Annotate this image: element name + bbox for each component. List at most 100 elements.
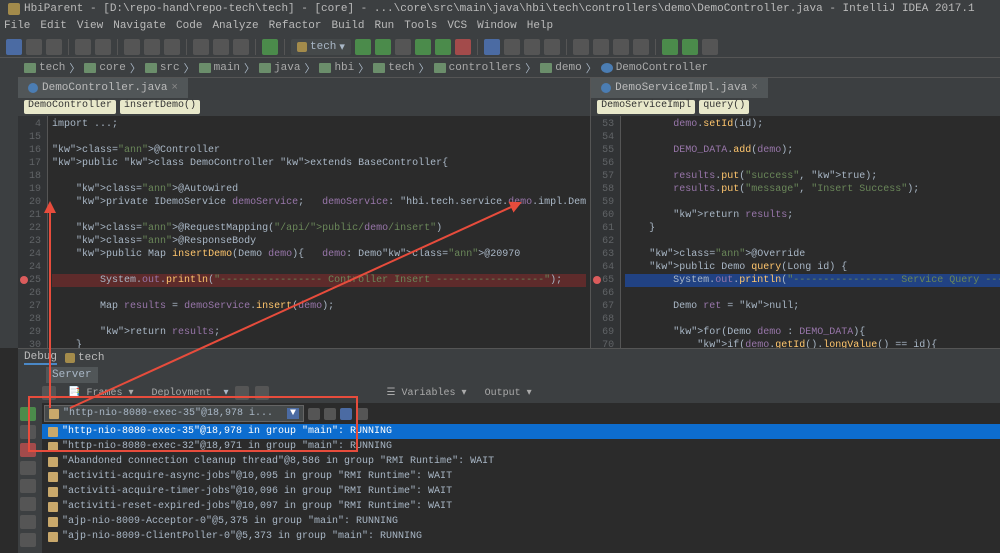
menu-tools[interactable]: Tools <box>404 20 437 34</box>
deployment-label[interactable]: Deployment <box>146 388 218 399</box>
class-crumb[interactable]: DemoServiceImpl <box>597 100 695 114</box>
menu-analyze[interactable]: Analyze <box>212 20 258 34</box>
menu-file[interactable]: File <box>4 20 30 34</box>
profile-icon[interactable] <box>415 39 431 55</box>
variables-label[interactable]: ☰ Variables ▾ <box>381 387 473 399</box>
debug-tab[interactable]: Debug <box>24 351 57 365</box>
settings-icon[interactable] <box>593 39 609 55</box>
settings-icon[interactable] <box>20 497 36 511</box>
restore-layout-icon[interactable] <box>42 386 56 400</box>
menu-code[interactable]: Code <box>176 20 202 34</box>
menu-view[interactable]: View <box>77 20 103 34</box>
next-frame-icon[interactable] <box>324 408 336 420</box>
breadcrumb-item[interactable]: controllers <box>434 62 522 74</box>
resume-icon[interactable] <box>20 407 36 421</box>
server-tab[interactable]: Server <box>46 367 98 383</box>
breadcrumb-item[interactable]: demo <box>540 62 581 74</box>
code-area-left[interactable]: 415161718192021222324242526272829303132 … <box>18 116 590 348</box>
class-crumb[interactable]: DemoController <box>24 100 116 114</box>
thread-row[interactable]: "activiti-reset-expired-jobs"@10,097 in … <box>42 499 1000 514</box>
rerun-icon[interactable] <box>435 39 451 55</box>
pin-icon[interactable] <box>20 515 36 529</box>
thread-selector[interactable]: "http-nio-8080-exec-35"@18,978 i... ▼ <box>44 405 304 422</box>
jrebel-icon[interactable] <box>702 39 718 55</box>
run-icon[interactable] <box>355 39 371 55</box>
thread-row[interactable]: "Abandoned connection cleanup thread"@8,… <box>42 454 1000 469</box>
menu-refactor[interactable]: Refactor <box>269 20 322 34</box>
coverage-icon[interactable] <box>395 39 411 55</box>
gutter-left[interactable]: 415161718192021222324242526272829303132 <box>18 116 48 348</box>
menu-edit[interactable]: Edit <box>40 20 66 34</box>
undo-icon[interactable] <box>75 39 91 55</box>
pause-icon[interactable] <box>20 425 36 439</box>
prev-frame-icon[interactable] <box>308 408 320 420</box>
find-icon[interactable] <box>193 39 209 55</box>
filter-icon[interactable] <box>340 408 352 420</box>
breadcrumb-item[interactable]: tech <box>24 62 65 74</box>
thread-row[interactable]: "ajp-nio-8009-Acceptor-0"@5,375 in group… <box>42 514 1000 529</box>
method-crumb[interactable]: query() <box>699 100 749 114</box>
breadcrumb-item[interactable]: tech <box>373 62 414 74</box>
frames-label[interactable]: 📑 Frames ▾ <box>62 387 140 399</box>
menu-window[interactable]: Window <box>477 20 517 34</box>
menu-vcs[interactable]: VCS <box>447 20 467 34</box>
vcs-update-icon[interactable] <box>484 39 500 55</box>
breadcrumb-item[interactable]: core <box>84 62 125 74</box>
refresh-icon[interactable] <box>46 39 62 55</box>
copy-icon[interactable] <box>144 39 160 55</box>
structure-icon[interactable] <box>573 39 589 55</box>
thread-row[interactable]: "http-nio-8080-exec-32"@18,971 in group … <box>42 439 1000 454</box>
code-area-right[interactable]: 5354555657585960616263646566676869707172… <box>591 116 1000 348</box>
code-left[interactable]: import ...;"kw">class="ann">@Controller"… <box>48 116 590 348</box>
breadcrumb-item[interactable]: src <box>145 62 180 74</box>
deploy2-icon[interactable] <box>255 386 269 400</box>
cut-icon[interactable] <box>124 39 140 55</box>
redo-icon[interactable] <box>95 39 111 55</box>
vcs-revert-icon[interactable] <box>544 39 560 55</box>
close-icon[interactable]: × <box>171 82 178 94</box>
method-crumb[interactable]: insertDemo() <box>120 100 200 114</box>
menubar: File Edit View Navigate Code Analyze Ref… <box>0 18 1000 36</box>
breakpoints-icon[interactable] <box>20 461 36 475</box>
back-icon[interactable] <box>213 39 229 55</box>
deploy-icon[interactable] <box>235 386 249 400</box>
chevron-down-icon[interactable]: ▼ <box>287 408 299 419</box>
jrebel-run-icon[interactable] <box>662 39 678 55</box>
menu-build[interactable]: Build <box>331 20 364 34</box>
stop-icon[interactable] <box>20 443 36 457</box>
thread-icon <box>48 457 58 467</box>
paste-icon[interactable] <box>164 39 180 55</box>
menu-run[interactable]: Run <box>374 20 394 34</box>
close-icon[interactable] <box>20 533 36 547</box>
forward-icon[interactable] <box>233 39 249 55</box>
code-right[interactable]: demo.setId(id); DEMO_DATA.add(demo); res… <box>621 116 1000 348</box>
stop-icon[interactable] <box>455 39 471 55</box>
editor-tab[interactable]: DemoServiceImpl.java × <box>591 78 768 98</box>
run-configuration-selector[interactable]: tech ▾ <box>291 39 351 55</box>
open-icon[interactable] <box>6 39 22 55</box>
sdk-icon[interactable] <box>613 39 629 55</box>
breadcrumb-item[interactable]: hbi <box>319 62 354 74</box>
save-icon[interactable] <box>26 39 42 55</box>
mute-icon[interactable] <box>20 479 36 493</box>
menu-help[interactable]: Help <box>527 20 553 34</box>
gutter-right[interactable]: 5354555657585960616263646566676869707172 <box>591 116 621 348</box>
vcs-commit-icon[interactable] <box>504 39 520 55</box>
breadcrumb-item[interactable]: main <box>199 62 240 74</box>
build-icon[interactable] <box>262 39 278 55</box>
jrebel-debug-icon[interactable] <box>682 39 698 55</box>
debug-icon[interactable] <box>375 39 391 55</box>
vcs-history-icon[interactable] <box>524 39 540 55</box>
sort-icon[interactable] <box>356 408 368 420</box>
breadcrumb-item[interactable]: DemoController <box>601 62 708 74</box>
close-icon[interactable]: × <box>751 82 758 94</box>
editor-tab[interactable]: DemoController.java × <box>18 78 188 98</box>
thread-row[interactable]: "activiti-acquire-async-jobs"@10,095 in … <box>42 469 1000 484</box>
menu-navigate[interactable]: Navigate <box>113 20 166 34</box>
thread-row[interactable]: "http-nio-8080-exec-35"@18,978 in group … <box>42 424 1000 439</box>
thread-row[interactable]: "ajp-nio-8009-ClientPoller-0"@5,373 in g… <box>42 529 1000 544</box>
output-label[interactable]: Output ▾ <box>479 387 538 399</box>
thread-row[interactable]: "activiti-acquire-timer-jobs"@10,096 in … <box>42 484 1000 499</box>
breadcrumb-item[interactable]: java <box>259 62 300 74</box>
help-icon[interactable] <box>633 39 649 55</box>
